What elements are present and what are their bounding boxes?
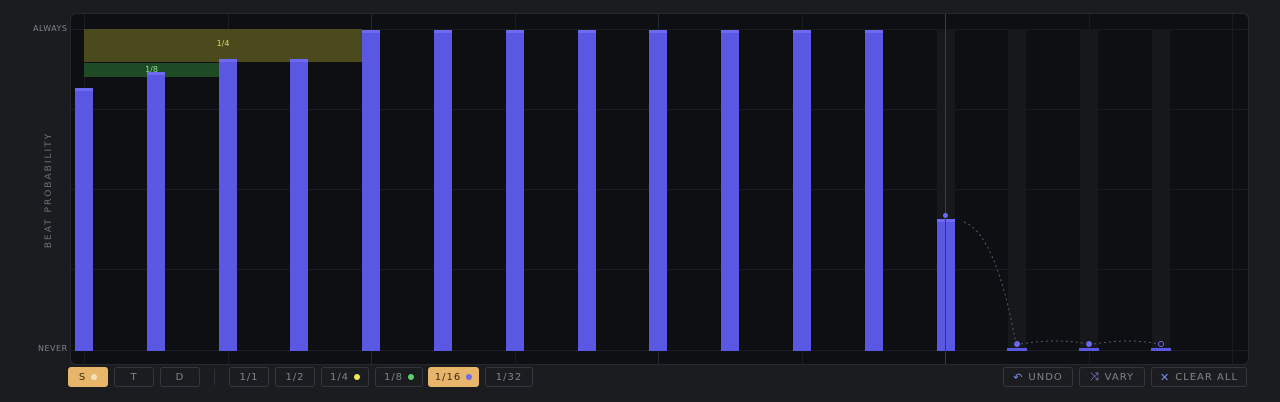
mode-button-label: S xyxy=(78,371,87,383)
vary-label: VARY xyxy=(1104,371,1135,383)
indicator-dot xyxy=(91,374,98,380)
shuffle-icon: ⤨ xyxy=(1089,370,1100,383)
undo-button[interactable]: ↶ UNDO xyxy=(1003,367,1073,387)
mode-button-s[interactable]: S xyxy=(68,367,108,387)
grid-button-1-32[interactable]: 1/32 xyxy=(485,367,533,387)
grid-button-label: 1/16 xyxy=(434,371,462,383)
grid-button-1-8[interactable]: 1/8 xyxy=(375,367,423,387)
vary-button[interactable]: ⤨ VARY xyxy=(1079,367,1145,387)
grid-button-label: 1/32 xyxy=(495,371,523,383)
mode-button-label: T xyxy=(130,371,138,383)
grid-button-1-16[interactable]: 1/16 xyxy=(428,367,479,387)
grid-color-dot xyxy=(466,374,473,380)
step-editor-grid[interactable]: 1/4 1/8 xyxy=(70,13,1249,365)
grid-button-label: 1/8 xyxy=(383,371,404,383)
grid-button-1-2[interactable]: 1/2 xyxy=(275,367,315,387)
undo-label: UNDO xyxy=(1028,371,1063,383)
y-axis-label: BEAT PROBABILITY xyxy=(44,131,54,249)
grid-color-dot xyxy=(354,374,361,380)
beat-probability-panel: ALWAYS NEVER BEAT PROBABILITY 1/4 1/8 ↶ xyxy=(0,0,1280,402)
y-axis-top-label: ALWAYS xyxy=(33,24,68,33)
clear-all-label: CLEAR ALL xyxy=(1175,371,1239,383)
undo-icon: ↶ xyxy=(1013,370,1024,384)
grid-button-1-1[interactable]: 1/1 xyxy=(229,367,269,387)
close-icon: ✕ xyxy=(1159,370,1171,384)
mode-button-t[interactable]: T xyxy=(114,367,154,387)
grid-button-label: 1/1 xyxy=(239,371,259,383)
mode-button-d[interactable]: D xyxy=(160,367,200,387)
grid-color-dot xyxy=(408,374,415,380)
grid-button-label: 1/2 xyxy=(285,371,305,383)
toolbar-divider xyxy=(214,369,215,385)
grid-button-label: 1/4 xyxy=(329,371,350,383)
y-axis-bottom-label: NEVER xyxy=(38,344,68,353)
clear-all-button[interactable]: ✕ CLEAR ALL xyxy=(1151,367,1247,387)
grid-button-1-4[interactable]: 1/4 xyxy=(321,367,369,387)
probability-curve xyxy=(963,221,1159,345)
mode-button-label: D xyxy=(175,371,185,383)
